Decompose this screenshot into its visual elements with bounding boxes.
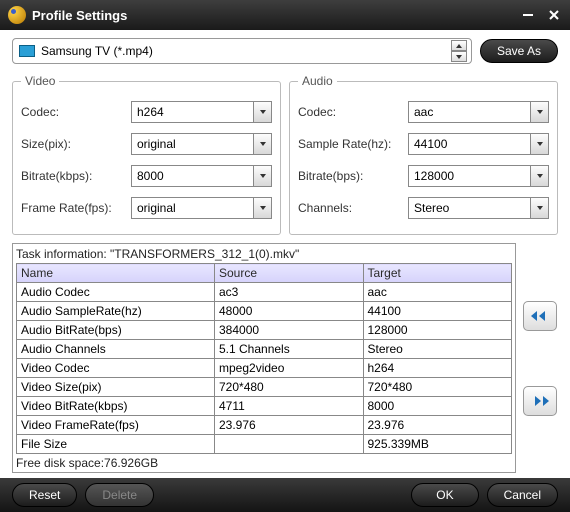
cell-name: Audio SampleRate(hz): [17, 302, 215, 321]
chevron-down-icon[interactable]: [253, 102, 271, 122]
table-row[interactable]: Video Codecmpeg2videoh264: [17, 359, 512, 378]
table-row[interactable]: Audio Codecac3aac: [17, 283, 512, 302]
cell-source: ac3: [215, 283, 364, 302]
audio-codec-label: Codec:: [298, 105, 408, 119]
audio-bitrate-combo[interactable]: 128000: [408, 165, 549, 187]
audio-legend: Audio: [298, 74, 337, 88]
audio-samplerate-label: Sample Rate(hz):: [298, 137, 408, 151]
cell-name: Video BitRate(kbps): [17, 397, 215, 416]
audio-codec-value: aac: [409, 105, 433, 119]
cancel-button[interactable]: Cancel: [487, 483, 558, 507]
video-bitrate-combo[interactable]: 8000: [131, 165, 272, 187]
delete-button: Delete: [85, 483, 154, 507]
cell-source: 384000: [215, 321, 364, 340]
free-disk-space: Free disk space:76.926GB: [16, 454, 512, 470]
save-as-button[interactable]: Save As: [480, 39, 558, 63]
table-row[interactable]: Video Size(pix)720*480720*480: [17, 378, 512, 397]
table-row[interactable]: File Size 925.339MB: [17, 435, 512, 454]
spinner-up[interactable]: [451, 40, 467, 51]
title-bar: Profile Settings: [0, 0, 570, 30]
audio-samplerate-combo[interactable]: 44100: [408, 133, 549, 155]
audio-samplerate-value: 44100: [409, 137, 447, 151]
ok-button[interactable]: OK: [411, 483, 478, 507]
chevron-down-icon[interactable]: [530, 102, 548, 122]
task-info-box: Task information: "TRANSFORMERS_312_1(0)…: [12, 243, 516, 473]
video-codec-value: h264: [132, 105, 164, 119]
spinner-down[interactable]: [451, 51, 467, 62]
video-framerate-label: Frame Rate(fps):: [21, 201, 131, 215]
profile-combobox[interactable]: Samsung TV (*.mp4): [12, 38, 472, 64]
prev-button[interactable]: [523, 301, 557, 331]
reset-button[interactable]: Reset: [12, 483, 77, 507]
video-size-value: original: [132, 137, 176, 151]
table-row[interactable]: Audio BitRate(bps)384000128000: [17, 321, 512, 340]
task-info-label: Task information: "TRANSFORMERS_312_1(0)…: [16, 247, 512, 261]
cell-name: Audio Codec: [17, 283, 215, 302]
tv-icon: [19, 45, 35, 57]
close-button[interactable]: [546, 7, 562, 23]
audio-panel: Audio Codec:aac Sample Rate(hz):44100 Bi…: [289, 74, 558, 235]
cell-source: 23.976: [215, 416, 364, 435]
table-row[interactable]: Video FrameRate(fps)23.97623.976: [17, 416, 512, 435]
video-size-label: Size(pix):: [21, 137, 131, 151]
chevron-down-icon[interactable]: [253, 134, 271, 154]
chevron-down-icon[interactable]: [253, 166, 271, 186]
chevron-down-icon[interactable]: [530, 166, 548, 186]
col-name[interactable]: Name: [17, 264, 215, 283]
audio-channels-value: Stereo: [409, 201, 449, 215]
chevron-down-icon[interactable]: [530, 198, 548, 218]
chevron-down-icon[interactable]: [530, 134, 548, 154]
cell-name: Audio Channels: [17, 340, 215, 359]
cell-source: 48000: [215, 302, 364, 321]
cell-name: Video Codec: [17, 359, 215, 378]
cell-source: 4711: [215, 397, 364, 416]
audio-channels-combo[interactable]: Stereo: [408, 197, 549, 219]
cell-name: File Size: [17, 435, 215, 454]
profile-spinner[interactable]: [451, 40, 467, 62]
cell-source: 720*480: [215, 378, 364, 397]
window-title: Profile Settings: [32, 8, 510, 23]
col-target[interactable]: Target: [363, 264, 512, 283]
cell-name: Video FrameRate(fps): [17, 416, 215, 435]
cell-target: 925.339MB: [363, 435, 512, 454]
cell-target: Stereo: [363, 340, 512, 359]
audio-bitrate-label: Bitrate(bps):: [298, 169, 408, 183]
audio-bitrate-value: 128000: [409, 169, 454, 183]
table-row[interactable]: Video BitRate(kbps)47118000: [17, 397, 512, 416]
video-framerate-value: original: [132, 201, 176, 215]
video-codec-combo[interactable]: h264: [131, 101, 272, 123]
next-button[interactable]: [523, 386, 557, 416]
audio-codec-combo[interactable]: aac: [408, 101, 549, 123]
cell-source: mpeg2video: [215, 359, 364, 378]
table-row[interactable]: Audio SampleRate(hz)4800044100: [17, 302, 512, 321]
video-bitrate-label: Bitrate(kbps):: [21, 169, 131, 183]
profile-selected-value: Samsung TV (*.mp4): [41, 44, 153, 58]
video-bitrate-value: 8000: [132, 169, 164, 183]
cell-target: 8000: [363, 397, 512, 416]
app-icon: [8, 6, 26, 24]
cell-target: 128000: [363, 321, 512, 340]
task-table: Name Source Target Audio Codecac3aacAudi…: [16, 263, 512, 454]
cell-source: [215, 435, 364, 454]
cell-target: h264: [363, 359, 512, 378]
footer-bar: Reset Delete OK Cancel: [0, 478, 570, 512]
table-row[interactable]: Audio Channels5.1 ChannelsStereo: [17, 340, 512, 359]
chevron-down-icon[interactable]: [253, 198, 271, 218]
cell-name: Audio BitRate(bps): [17, 321, 215, 340]
cell-target: 23.976: [363, 416, 512, 435]
video-size-combo[interactable]: original: [131, 133, 272, 155]
audio-channels-label: Channels:: [298, 201, 408, 215]
cell-target: 720*480: [363, 378, 512, 397]
cell-target: 44100: [363, 302, 512, 321]
cell-source: 5.1 Channels: [215, 340, 364, 359]
col-source[interactable]: Source: [215, 264, 364, 283]
video-codec-label: Codec:: [21, 105, 131, 119]
video-panel: Video Codec:h264 Size(pix):original Bitr…: [12, 74, 281, 235]
cell-name: Video Size(pix): [17, 378, 215, 397]
video-framerate-combo[interactable]: original: [131, 197, 272, 219]
cell-target: aac: [363, 283, 512, 302]
minimize-button[interactable]: [520, 7, 536, 23]
video-legend: Video: [21, 74, 59, 88]
